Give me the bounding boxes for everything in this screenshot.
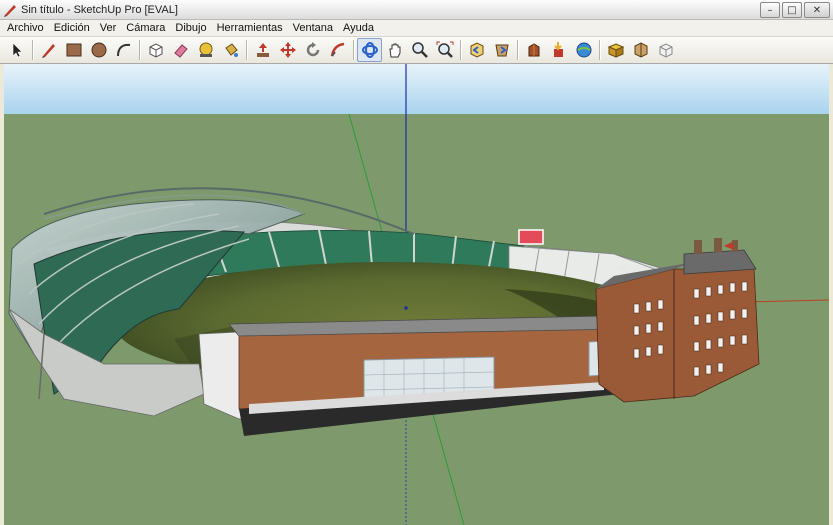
follow-me-icon <box>330 42 344 57</box>
menu-archivo[interactable]: Archivo <box>2 21 49 36</box>
maximize-button[interactable]: □ <box>782 2 802 18</box>
add-location-button[interactable] <box>653 38 678 62</box>
toolbar-separator <box>246 40 247 60</box>
rotate-icon <box>306 42 319 57</box>
scoreboard-sign <box>518 229 544 245</box>
paint-bucket-icon <box>224 43 238 57</box>
title-bar[interactable]: Sin título - SketchUp Pro [EVAL] – □ ✕ <box>0 0 833 20</box>
zoom-tool-button[interactable] <box>407 38 432 62</box>
rotate-tool-button[interactable] <box>300 38 325 62</box>
add-location-icon <box>659 43 672 58</box>
pan-icon <box>388 43 400 58</box>
components-icon <box>607 43 624 58</box>
move-tool-button[interactable] <box>275 38 300 62</box>
styles-button[interactable] <box>628 38 653 62</box>
components-button[interactable] <box>603 38 628 62</box>
sky <box>4 64 829 114</box>
menu-ayuda[interactable]: Ayuda <box>338 21 379 36</box>
select-icon <box>12 42 23 58</box>
circle-icon <box>91 42 106 58</box>
sketchup-app-icon <box>4 4 16 17</box>
menu-bar: Archivo Edición Ver Cámara Dibujo Herram… <box>0 20 833 37</box>
chimney <box>694 240 702 254</box>
zoom-extents-tool-button[interactable] <box>432 38 457 62</box>
window-title: Sin título - SketchUp Pro [EVAL] <box>21 3 178 16</box>
tape-measure-tool-button[interactable] <box>193 38 218 62</box>
eraser-icon <box>173 44 188 58</box>
get-models-icon <box>553 42 563 57</box>
toolbar-separator <box>460 40 461 60</box>
stadium-3d-model[interactable] <box>4 64 829 525</box>
zoom-extents-icon <box>436 41 453 58</box>
toolbar-separator <box>32 40 33 60</box>
menu-ventana[interactable]: Ventana <box>288 21 338 36</box>
styles-icon <box>634 42 647 58</box>
rectangle-tool-button[interactable] <box>61 38 86 62</box>
get-models-button[interactable] <box>546 38 571 62</box>
tape-measure-icon <box>199 42 212 57</box>
toolbar-separator <box>599 40 600 60</box>
toolbar-separator <box>139 40 140 60</box>
previous-view-button[interactable] <box>464 38 489 62</box>
select-tool-button[interactable] <box>4 38 29 62</box>
move-icon <box>279 42 296 58</box>
minimize-button[interactable]: – <box>760 2 780 18</box>
close-button[interactable]: ✕ <box>804 2 830 18</box>
share-model-icon <box>576 42 591 58</box>
menu-edicion[interactable]: Edición <box>49 21 95 36</box>
menu-herramientas[interactable]: Herramientas <box>212 21 288 36</box>
menu-camara[interactable]: Cámara <box>121 21 170 36</box>
main-toolbar <box>0 37 833 64</box>
previous-view-icon <box>470 42 483 58</box>
place-model-icon <box>528 43 539 57</box>
push-pull-icon <box>256 43 269 57</box>
sketchup-window: Sin título - SketchUp Pro [EVAL] – □ ✕ A… <box>0 0 833 525</box>
next-view-button[interactable] <box>489 38 514 62</box>
model-viewport[interactable] <box>4 64 829 525</box>
rectangle-icon <box>66 43 81 57</box>
arc-tool-button[interactable] <box>111 38 136 62</box>
origin-point <box>404 306 408 310</box>
orbit-icon <box>361 42 378 58</box>
circle-tool-button[interactable] <box>86 38 111 62</box>
eraser-tool-button[interactable] <box>168 38 193 62</box>
make-component-icon <box>149 43 162 58</box>
pan-tool-button[interactable] <box>382 38 407 62</box>
next-view-icon <box>494 44 509 57</box>
chimney <box>714 238 722 252</box>
arc-icon <box>116 43 130 57</box>
pencil-tool-button[interactable] <box>36 38 61 62</box>
toolbar-separator <box>517 40 518 60</box>
push-pull-tool-button[interactable] <box>250 38 275 62</box>
place-model-button[interactable] <box>521 38 546 62</box>
pencil-icon <box>41 44 55 58</box>
make-component-tool-button[interactable] <box>143 38 168 62</box>
orbit-tool-button[interactable] <box>357 38 382 62</box>
follow-me-tool-button[interactable] <box>325 38 350 62</box>
paint-bucket-tool-button[interactable] <box>218 38 243 62</box>
zoom-icon <box>411 42 428 58</box>
share-model-button[interactable] <box>571 38 596 62</box>
menu-ver[interactable]: Ver <box>95 21 122 36</box>
toolbar-separator <box>353 40 354 60</box>
menu-dibujo[interactable]: Dibujo <box>170 21 211 36</box>
